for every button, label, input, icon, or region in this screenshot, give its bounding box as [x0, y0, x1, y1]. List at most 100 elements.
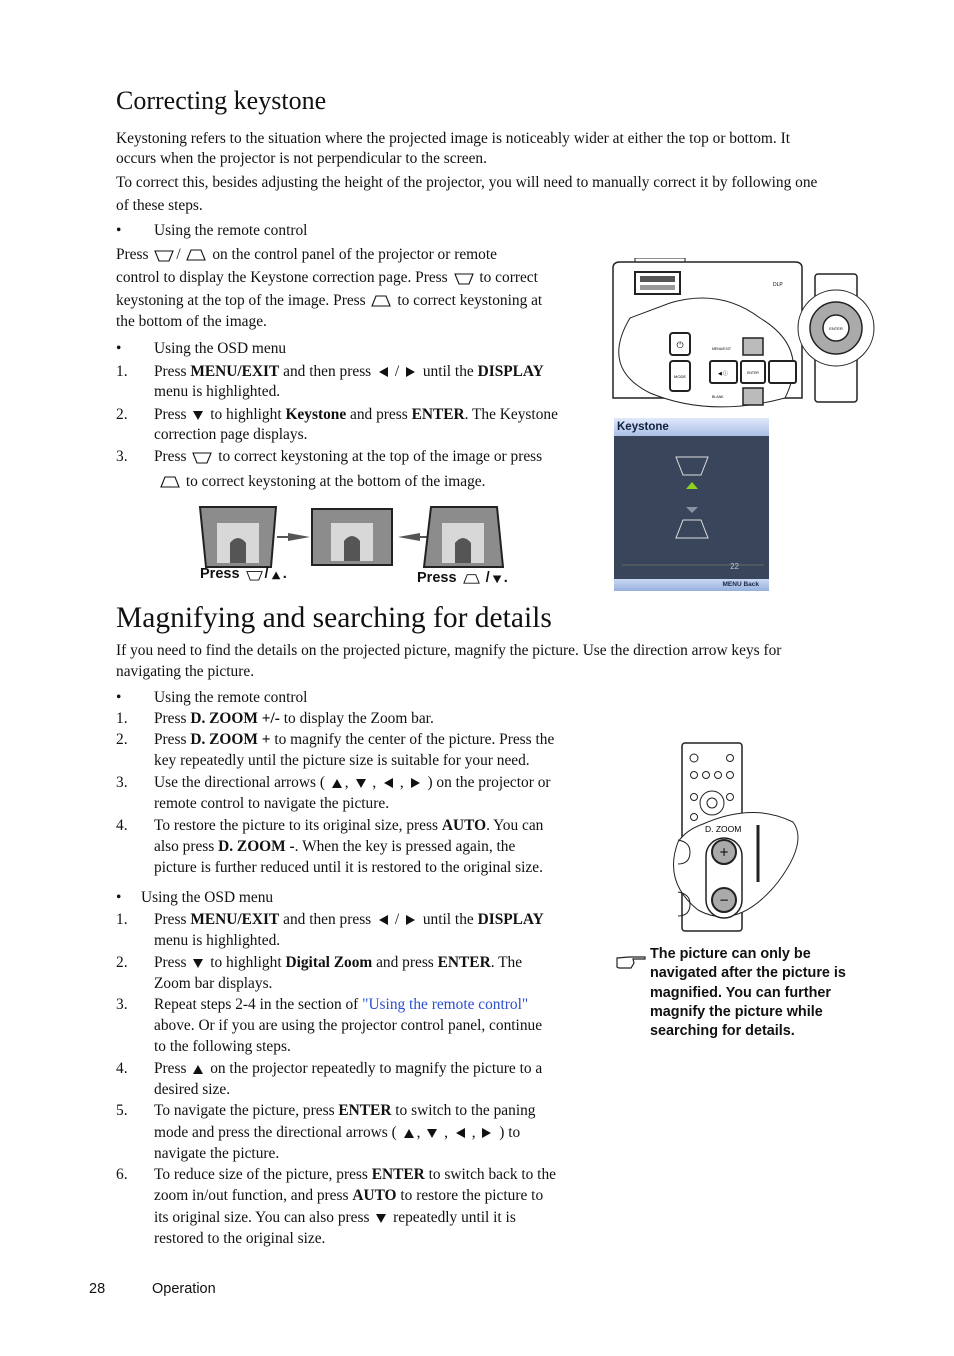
step-text: Press to highlight Keystone and press EN…: [154, 406, 558, 423]
svg-text:MODE: MODE: [674, 374, 686, 379]
projector-control-panel-illustration: DLP ⏻ MODE MENU/EXIT ◀ ⓘ ENTER BLANK ENT…: [612, 258, 875, 408]
osd-title: Keystone: [614, 418, 769, 436]
key-name: ENTER: [338, 1102, 392, 1119]
step-number: 4.: [116, 817, 128, 834]
down-arrow-icon: [427, 1129, 438, 1138]
svg-text:BLANK: BLANK: [712, 395, 724, 399]
key-name: ENTER: [371, 1166, 425, 1183]
text-line: to correct keystoning at the bottom of t…: [158, 472, 485, 492]
step-number: 1.: [116, 911, 128, 928]
text-line: Using the remote control: [154, 222, 308, 239]
down-arrow-icon: [376, 1214, 387, 1223]
up-arrow-icon: [193, 1065, 204, 1074]
step-number: 2.: [116, 954, 128, 971]
svg-text:+: +: [719, 845, 729, 859]
right-arrow-icon: [482, 1128, 492, 1138]
caption-press-left: Press /.: [200, 566, 287, 582]
right-arrow-icon: [406, 367, 416, 377]
footer-section: Operation: [152, 1281, 216, 1297]
osd-footer: MENU Back: [614, 579, 769, 591]
down-arrow-icon: [193, 411, 204, 420]
text-line: control to display the Keystone correcti…: [116, 269, 538, 286]
text-line: To correct this, besides adjusting the h…: [116, 174, 818, 191]
keystone-osd-screen: Keystone 22 MENU Back: [614, 418, 769, 591]
step-number: 2.: [116, 731, 128, 748]
key-name: D. ZOOM -: [218, 838, 295, 855]
key-name: AUTO: [352, 1187, 397, 1204]
up-arrow-icon: [331, 779, 342, 788]
osd-up-arrow-icon: [686, 482, 698, 489]
text-line: Press / on the control panel of the proj…: [116, 246, 497, 263]
left-arrow-icon: [455, 1128, 465, 1138]
text-line: If you need to find the details on the p…: [116, 642, 782, 659]
bullet: •: [116, 689, 122, 706]
step-number: 1.: [116, 363, 128, 380]
osd-keystone-value: 22: [730, 562, 739, 571]
keystone-top-icon: [453, 273, 474, 285]
step-number: 4.: [116, 1060, 128, 1077]
step-text: Repeat steps 2-4 in the section of "Usin…: [154, 996, 529, 1013]
key-name: MENU/EXIT: [190, 363, 280, 380]
text-line: menu is highlighted.: [154, 383, 281, 400]
bullet: •: [116, 340, 122, 357]
text-line: restored to the original size.: [154, 1230, 326, 1247]
caption-press-right: Press /.: [417, 570, 508, 586]
right-arrow-icon: [410, 778, 420, 788]
svg-text:⏻: ⏻: [676, 340, 683, 351]
dzoom-label: D. ZOOM: [705, 824, 741, 834]
text-line: Keystoning refers to the situation where…: [116, 130, 790, 147]
text-line: navigating the picture.: [116, 663, 255, 680]
keystone-bottom-icon: [186, 249, 207, 261]
step-text: Press D. ZOOM + to magnify the center of…: [154, 731, 555, 748]
text-line: menu is highlighted.: [154, 932, 281, 949]
key-name: ENTER: [437, 954, 491, 971]
note-line: searching for details.: [650, 1023, 795, 1040]
step-number: 3.: [116, 448, 128, 465]
step-text: Press MENU/EXIT and then press / until t…: [154, 911, 544, 928]
step-number: 5.: [116, 1102, 128, 1119]
right-arrow-icon: [406, 915, 416, 925]
keystone-bottom-icon: [160, 476, 180, 488]
text-line: its original size. You can also press re…: [154, 1209, 516, 1226]
keystone-top-icon: [192, 452, 213, 464]
step-text: To navigate the picture, press ENTER to …: [154, 1102, 536, 1119]
text-line: Zoom bar displays.: [154, 975, 273, 992]
text-line: mode and press the directional arrows ( …: [154, 1124, 521, 1141]
text-line: to the following steps.: [154, 1038, 291, 1055]
svg-text:DLP: DLP: [773, 282, 783, 288]
svg-text:ENTER: ENTER: [747, 371, 759, 375]
keystone-bottom-icon: [371, 295, 392, 307]
key-name: Digital Zoom: [285, 954, 373, 971]
osd-keystone-shapes: [622, 456, 764, 566]
key-name: D. ZOOM +/-: [190, 710, 280, 727]
text-line: navigate the picture.: [154, 1145, 280, 1162]
text-line: above. Or if you are using the projector…: [154, 1017, 543, 1034]
step-number: 1.: [116, 710, 128, 727]
text-line: Using the OSD menu: [141, 889, 274, 906]
text-line: key repeatedly until the picture size is…: [154, 752, 530, 769]
pointing-hand-icon: [616, 956, 646, 969]
text-line: the bottom of the image.: [116, 313, 267, 330]
step-number: 3.: [116, 996, 128, 1013]
key-name: DISPLAY: [477, 911, 544, 928]
osd-menu-label: MENU: [722, 581, 742, 588]
step-text: Press to correct keystoning at the top o…: [154, 448, 543, 465]
note-line: magnified. You can further: [650, 984, 831, 1001]
osd-down-arrow-icon: [686, 507, 698, 513]
left-arrow-icon: [379, 367, 389, 377]
text-line: desired size.: [154, 1081, 231, 1098]
note-text: The picture can only be navigated after …: [650, 945, 846, 1041]
svg-text:−: −: [719, 893, 729, 907]
text-line: Using the OSD menu: [154, 340, 287, 357]
key-name: MENU/EXIT: [190, 911, 280, 928]
cross-reference-link[interactable]: "Using the remote control": [362, 996, 528, 1013]
svg-text:ENTER: ENTER: [829, 326, 843, 331]
step-text: Press on the projector repeatedly to mag…: [154, 1060, 543, 1077]
text-line: picture is further reduced until it is r…: [154, 859, 543, 876]
down-arrow-icon: [492, 575, 501, 584]
svg-text:MENU/EXIT: MENU/EXIT: [712, 347, 732, 351]
key-name: Keystone: [285, 406, 347, 423]
text-line: occurs when the projector is not perpend…: [116, 150, 487, 167]
keystone-example-images: [198, 506, 505, 568]
arch-image-corrected: [311, 508, 393, 566]
